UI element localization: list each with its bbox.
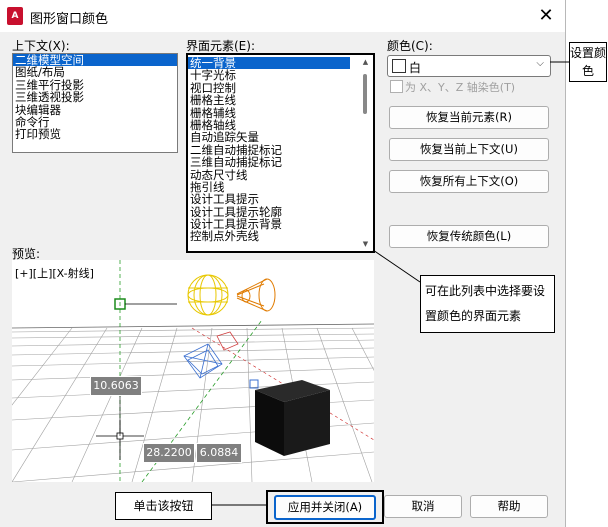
set-color-callout: 设置颜色 — [569, 42, 607, 82]
select-element-callout: 可在此列表中选择要设置颜色的界面元素 — [420, 275, 555, 333]
callout-lines — [210, 61, 569, 506]
set-color-callout-text: 设置颜色 — [570, 46, 607, 78]
click-button-callout-text: 单击该按钮 — [133, 499, 194, 513]
select-element-callout-text: 可在此列表中选择要设置颜色的界面元素 — [425, 284, 546, 323]
click-button-callout: 单击该按钮 — [115, 492, 212, 520]
